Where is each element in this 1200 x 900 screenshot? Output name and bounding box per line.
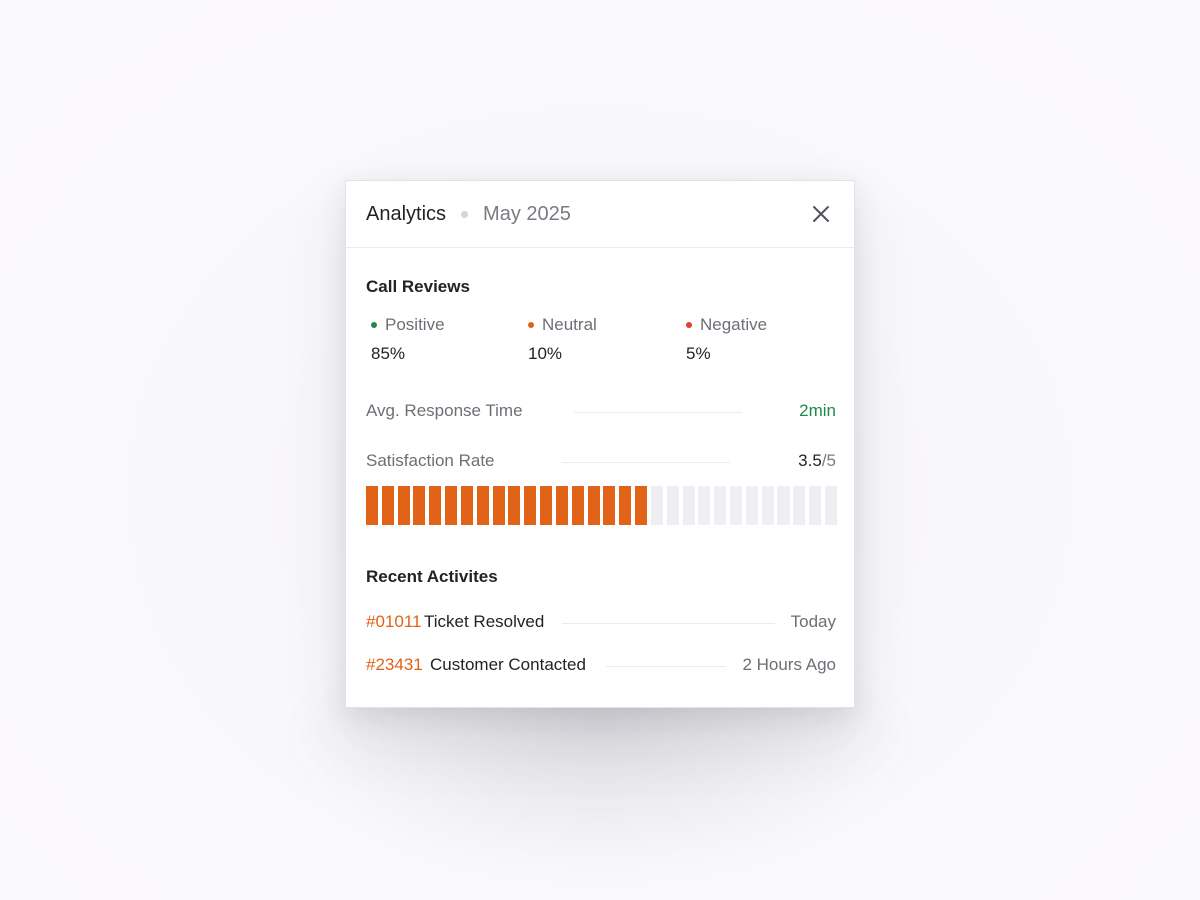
neutral-dot-icon xyxy=(528,322,534,328)
bar-segment-filled xyxy=(555,486,568,525)
satisfaction-score: 3.5 xyxy=(798,451,822,470)
review-label: Neutral xyxy=(542,315,597,334)
divider-line xyxy=(574,412,742,413)
bar-segment-empty xyxy=(745,486,758,525)
separator-dot xyxy=(461,210,469,218)
bar-segment-filled xyxy=(587,486,600,525)
close-button[interactable] xyxy=(810,203,832,225)
activity-id[interactable]: #01011 xyxy=(366,612,421,632)
card-header: Analytics May 2025 xyxy=(346,181,854,248)
satisfaction-value: 3.5/5 xyxy=(798,451,836,471)
bar-segment-filled xyxy=(571,486,584,525)
activity-text: Ticket Resolved xyxy=(424,612,545,631)
satisfaction-label: Satisfaction Rate xyxy=(366,451,495,470)
bar-segment-filled xyxy=(397,486,410,525)
bar-segment-filled xyxy=(635,486,648,525)
bar-segment-filled xyxy=(540,486,553,525)
review-label: Negative xyxy=(700,315,768,334)
divider-line xyxy=(562,462,730,463)
bar-segment-empty xyxy=(730,486,743,525)
bar-segment-filled xyxy=(619,486,632,525)
satisfaction-row: Satisfaction Rate 3.5/5 xyxy=(366,451,836,473)
activity-item[interactable]: #01011 Ticket Resolved Today xyxy=(366,612,836,634)
bar-segment-filled xyxy=(445,486,458,525)
card-title: Analytics xyxy=(366,202,447,225)
period-label: May 2025 xyxy=(483,202,571,225)
divider-line xyxy=(606,666,726,667)
bar-segment-filled xyxy=(381,486,394,525)
response-time-label: Avg. Response Time xyxy=(366,401,523,420)
bar-segment-empty xyxy=(698,486,711,525)
satisfaction-bar xyxy=(366,486,837,525)
bar-segment-filled xyxy=(492,486,505,525)
analytics-card: Analytics May 2025 Call Reviews Positive… xyxy=(345,180,855,708)
close-icon xyxy=(813,206,829,222)
negative-dot-icon xyxy=(686,322,692,328)
review-value: 85% xyxy=(371,344,406,363)
review-value: 10% xyxy=(528,344,563,363)
review-neutral: Neutral 10% xyxy=(528,315,597,364)
divider-line xyxy=(562,623,775,624)
call-reviews-title: Call Reviews xyxy=(366,277,470,296)
response-time-value: 2min xyxy=(799,401,836,420)
recent-activities-title: Recent Activites xyxy=(366,567,498,586)
bar-segment-filled xyxy=(508,486,521,525)
activity-text: Customer Contacted xyxy=(430,655,586,674)
bar-segment-empty xyxy=(714,486,727,525)
satisfaction-denom: /5 xyxy=(821,451,836,470)
review-negative: Negative 5% xyxy=(686,315,767,364)
bar-segment-empty xyxy=(761,486,774,525)
bar-segment-empty xyxy=(793,486,806,525)
bar-segment-filled xyxy=(366,486,379,525)
bar-segment-empty xyxy=(824,486,837,525)
bar-segment-filled xyxy=(460,486,473,525)
bar-segment-filled xyxy=(524,486,537,525)
bar-segment-filled xyxy=(429,486,442,525)
bar-segment-empty xyxy=(650,486,663,525)
bar-segment-empty xyxy=(809,486,822,525)
bar-segment-empty xyxy=(682,486,695,525)
bar-segment-filled xyxy=(603,486,616,525)
review-label: Positive xyxy=(385,315,445,334)
response-time-row: Avg. Response Time 2min xyxy=(366,401,836,423)
positive-dot-icon xyxy=(371,322,377,328)
review-positive: Positive 85% xyxy=(371,315,445,364)
activity-id[interactable]: #23431 xyxy=(366,655,423,675)
activity-time: Today xyxy=(790,612,836,631)
review-value: 5% xyxy=(686,344,711,363)
activity-item[interactable]: #23431 Customer Contacted 2 Hours Ago xyxy=(366,655,836,677)
bar-segment-empty xyxy=(777,486,790,525)
bar-segment-filled xyxy=(413,486,426,525)
activity-time: 2 Hours Ago xyxy=(742,655,836,674)
bar-segment-filled xyxy=(476,486,489,525)
bar-segment-empty xyxy=(666,486,679,525)
